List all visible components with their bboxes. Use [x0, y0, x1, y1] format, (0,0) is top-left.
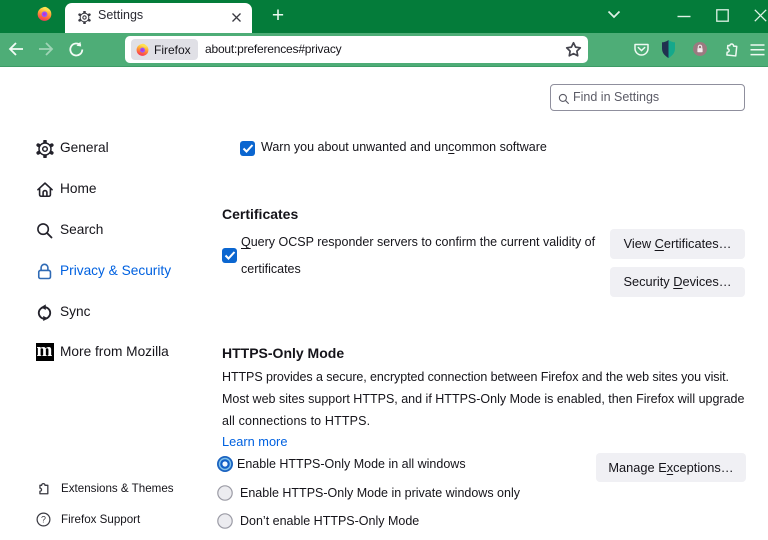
svg-text:?: ? [41, 515, 46, 525]
